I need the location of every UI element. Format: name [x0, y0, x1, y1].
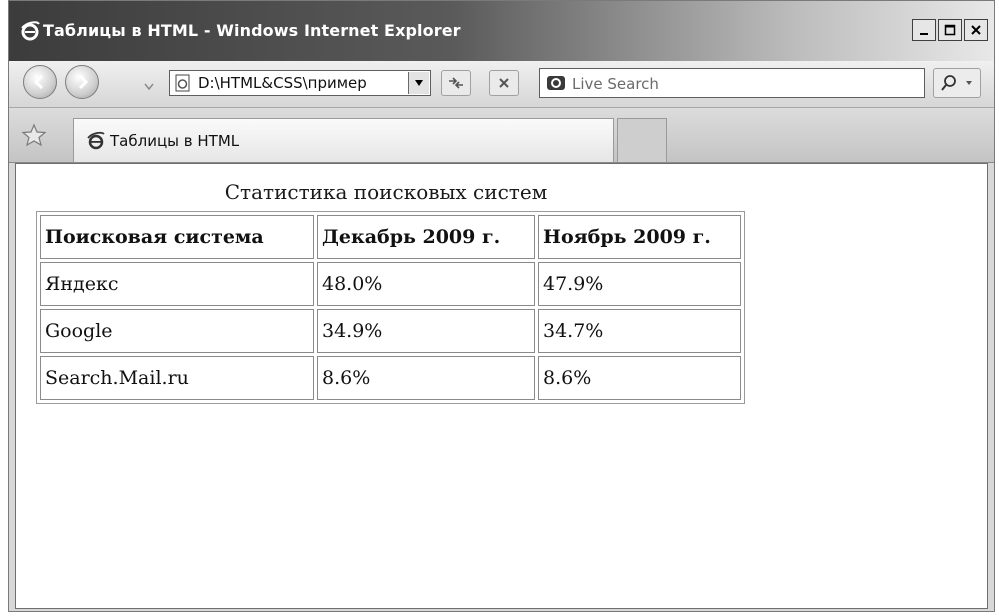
address-dropdown-button[interactable] — [408, 72, 429, 94]
chevron-down-icon — [144, 83, 154, 91]
close-button[interactable] — [964, 19, 988, 41]
refresh-icon — [449, 77, 463, 89]
browser-window: Таблицы в HTML - Windows Internet Explor… — [8, 0, 995, 612]
table-cell: 8.6% — [317, 356, 535, 400]
minimize-button[interactable] — [912, 19, 936, 41]
minimize-icon — [920, 33, 928, 35]
stop-icon — [499, 78, 509, 88]
window-title: Таблицы в HTML - Windows Internet Explor… — [43, 21, 461, 40]
table-row: Search.Mail.ru 8.6% 8.6% — [40, 356, 741, 400]
back-button[interactable] — [23, 65, 57, 99]
magnifier-icon — [941, 75, 972, 91]
table-cell: 34.7% — [538, 309, 741, 353]
search-box[interactable]: Live Search — [539, 68, 925, 98]
close-icon — [971, 25, 981, 35]
table-cell: 8.6% — [538, 356, 741, 400]
window-controls — [912, 19, 988, 41]
ie-icon — [19, 20, 41, 42]
table-row: Яндекс 48.0% 47.9% — [40, 262, 741, 306]
page-content: Статистика поисковых систем Поисковая си… — [15, 163, 988, 609]
maximize-button[interactable] — [938, 19, 962, 41]
stop-button[interactable] — [489, 70, 519, 96]
navigation-bar: D:\HTML&CSS\пример Live Search — [9, 61, 994, 108]
maximize-icon — [944, 24, 956, 36]
table-caption: Статистика поисковых систем — [224, 180, 548, 204]
table-cell: 47.9% — [538, 262, 741, 306]
dropdown-arrow-icon — [415, 80, 423, 86]
back-arrow-icon — [33, 74, 44, 90]
table-row: Google 34.9% 34.7% — [40, 309, 741, 353]
refresh-button[interactable] — [441, 70, 471, 96]
table-cell: Google — [40, 309, 314, 353]
new-tab-button[interactable] — [617, 118, 667, 162]
ie-icon — [86, 131, 106, 155]
stats-table: Поисковая система Декабрь 2009 г. Ноябрь… — [36, 211, 745, 404]
tab-bar: Таблицы в HTML — [9, 108, 994, 163]
table-cell: Search.Mail.ru — [40, 356, 314, 400]
star-icon[interactable] — [21, 123, 47, 151]
tab-label: Таблицы в HTML — [110, 132, 240, 150]
table-cell: 34.9% — [317, 309, 535, 353]
header-cell: Ноябрь 2009 г. — [538, 215, 741, 259]
tab-active[interactable]: Таблицы в HTML — [73, 118, 614, 162]
table-cell: Яндекс — [40, 262, 314, 306]
header-cell: Поисковая система — [40, 215, 314, 259]
page-icon — [174, 74, 192, 92]
recent-pages-button[interactable] — [143, 77, 155, 96]
forward-button[interactable] — [65, 65, 99, 99]
table-header-row: Поисковая система Декабрь 2009 г. Ноябрь… — [40, 215, 741, 259]
header-cell: Декабрь 2009 г. — [317, 215, 535, 259]
forward-arrow-icon — [78, 74, 89, 90]
title-bar: Таблицы в HTML - Windows Internet Explor… — [9, 1, 994, 61]
search-go-button[interactable] — [933, 68, 981, 98]
live-search-icon — [546, 75, 566, 95]
search-placeholder: Live Search — [572, 75, 659, 93]
table-cell: 48.0% — [317, 262, 535, 306]
address-bar[interactable]: D:\HTML&CSS\пример — [169, 70, 431, 96]
address-text: D:\HTML&CSS\пример — [198, 74, 367, 92]
